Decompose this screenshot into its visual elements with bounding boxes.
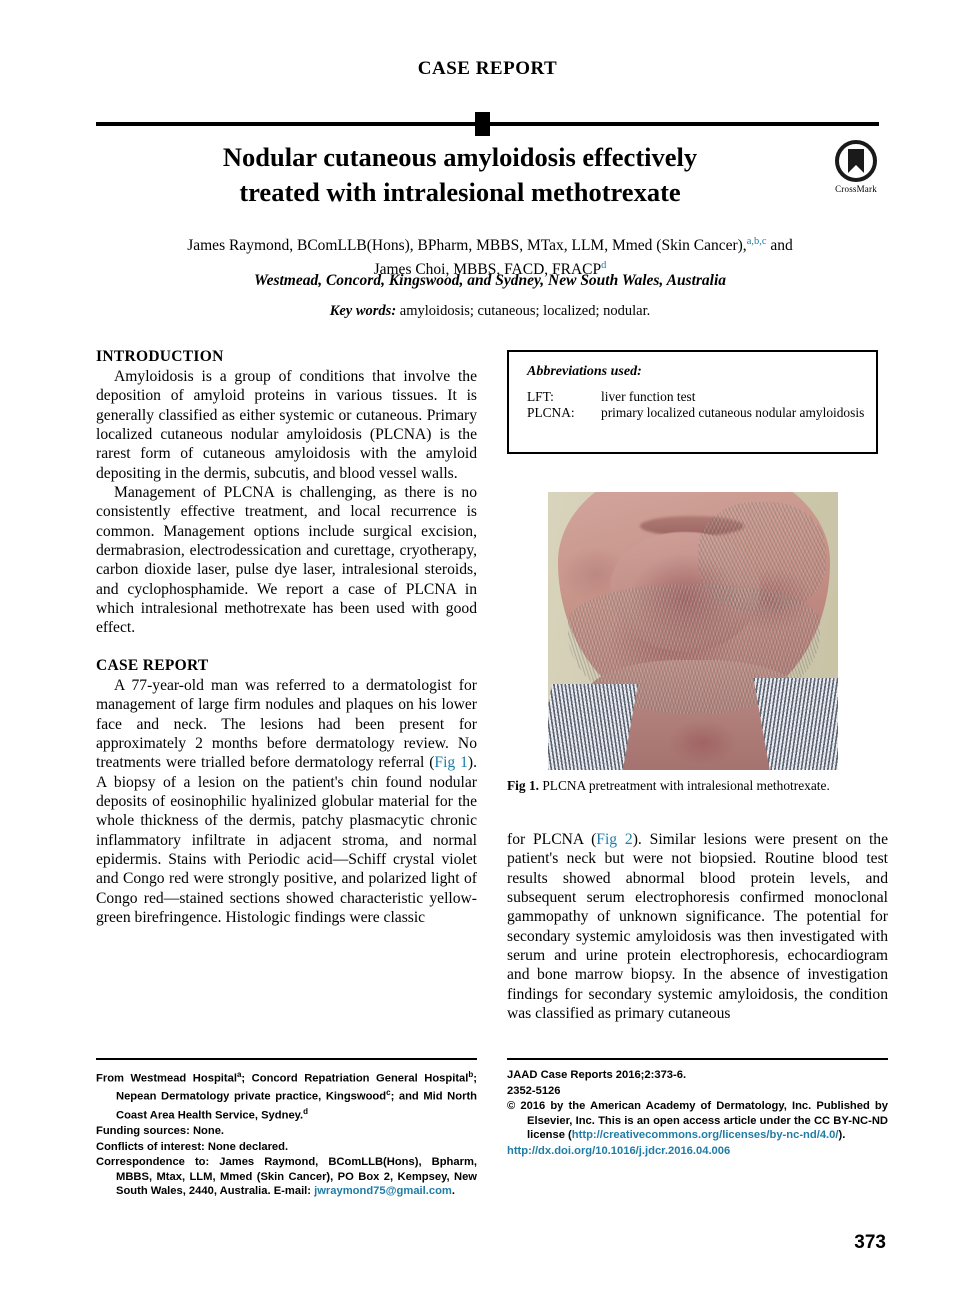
figure-1-image <box>548 492 838 770</box>
keywords-label: Key words: <box>329 303 397 319</box>
crossmark-icon <box>835 140 877 182</box>
figure-1-crossref-link[interactable]: Fig 1 <box>434 754 467 771</box>
case-text-part-b: ). A biopsy of a lesion on the patient's… <box>96 754 477 926</box>
title-line-2: treated with intralesional methotrexate <box>239 177 681 207</box>
copyright-notice: © 2016 by the American Academy of Dermat… <box>507 1099 888 1143</box>
photo-collar-left <box>548 684 638 770</box>
crossmark-logo[interactable]: CrossMark <box>820 140 892 194</box>
section-kicker: CASE REPORT <box>0 58 975 80</box>
case-text-part-a: A 77-year-old man was referred to a derm… <box>96 676 477 772</box>
copyright-close: ). <box>838 1129 846 1142</box>
issn-number: 2352-5126 <box>507 1084 561 1097</box>
doi-link[interactable]: http://dx.doi.org/10.1016/j.jdcr.2016.04… <box>507 1145 730 1157</box>
footnote-divider-left <box>96 1058 477 1060</box>
footnote-affiliations: From Westmead Hospitala; Concord Repatri… <box>96 1068 477 1123</box>
abbreviations-table: LFT: liver function test PLCNA: primary … <box>527 389 864 420</box>
kicker-text: CASE REPORT <box>417 58 558 79</box>
correspondence-email-link[interactable]: jwraymond75@gmail.com <box>314 1185 452 1197</box>
footnotes-left: From Westmead Hospitala; Concord Repatri… <box>96 1068 477 1200</box>
footnote-conflicts: Conflicts of interest: None declared. <box>96 1140 289 1153</box>
footnote-funding: Funding sources: None. <box>96 1124 225 1137</box>
intro-paragraph-1: Amyloidosis is a group of conditions tha… <box>96 368 477 482</box>
doi-line: http://dx.doi.org/10.1016/j.jdcr.2016.04… <box>507 1144 888 1159</box>
crossmark-label: CrossMark <box>835 184 877 194</box>
abbreviation-key: LFT: <box>527 389 554 404</box>
keywords-value: amyloidosis; cutaneous; localized; nodul… <box>396 303 651 319</box>
right-text-part-a: for PLCNA ( <box>507 831 597 848</box>
abbreviations-box: Abbreviations used: LFT: liver function … <box>507 350 878 454</box>
affil-text-b: ; Concord Repatriation General Hospital <box>241 1072 469 1085</box>
abbreviation-key: PLCNA: <box>527 404 575 420</box>
table-row: LFT: liver function test <box>527 389 864 405</box>
authors-conjunction: and <box>766 237 793 255</box>
affil-text-a: From Westmead Hospital <box>96 1072 237 1085</box>
author-affiliation-markers-2: d <box>601 259 607 271</box>
license-url-link[interactable]: http://creativecommons.org/licenses/by-n… <box>572 1129 839 1141</box>
intro-paragraph-2: Management of PLCNA is challenging, as t… <box>96 484 477 637</box>
heading-introduction: INTRODUCTION <box>96 348 224 365</box>
figure-caption-label: Fig 1. <box>507 778 539 793</box>
footnote-correspondence: Correspondence to: James Raymond, BComLL… <box>96 1155 477 1199</box>
abbreviation-value: liver function test <box>601 389 696 404</box>
case-paragraph-1: A 77-year-old man was referred to a derm… <box>96 676 477 927</box>
figure-1-caption: Fig 1. PLCNA pretreatment with intralesi… <box>507 778 888 794</box>
footnotes-right: JAAD Case Reports 2016;2:373-6. 2352-512… <box>507 1068 888 1160</box>
table-row: PLCNA: primary localized cutaneous nodul… <box>527 405 864 421</box>
correspondence-period: . <box>451 1185 455 1198</box>
footnote-divider-right <box>507 1058 888 1060</box>
authors-line-1: James Raymond, BComLLB(Hons), BPharm, MB… <box>187 237 747 255</box>
figure-caption-text: PLCNA pretreatment with intralesional me… <box>539 778 830 793</box>
clinical-photograph <box>548 492 838 770</box>
journal-citation: JAAD Case Reports 2016;2:373-6. <box>507 1069 687 1081</box>
title-line-1: Nodular cutaneous amyloidosis effectivel… <box>222 142 698 172</box>
article-page: CASE REPORT Nodular cutaneous amyloidosi… <box>0 0 975 1305</box>
affil-marker-d: d <box>303 1106 309 1116</box>
divider-square-ornament <box>475 112 490 136</box>
left-column: INTRODUCTION Amyloidosis is a group of c… <box>96 348 477 927</box>
right-column: for PLCNA (Fig 2). Similar lesions were … <box>507 830 888 1023</box>
keywords-line: Key words: amyloidosis; cutaneous; local… <box>100 303 880 320</box>
abbreviations-title: Abbreviations used: <box>527 364 642 379</box>
page-title: Nodular cutaneous amyloidosis effectivel… <box>120 140 800 210</box>
abbreviation-value: primary localized cutaneous nodular amyl… <box>601 404 865 420</box>
author-affiliation-markers-1: a,b,c <box>746 236 767 247</box>
page-number: 373 <box>854 1232 886 1253</box>
heading-case-report: CASE REPORT <box>96 656 209 674</box>
affiliation-locations: Westmead, Concord, Kingswood, and Sydney… <box>253 272 727 289</box>
header-divider <box>96 112 879 138</box>
right-text-part-b: ). Similar lesions were present on the p… <box>507 831 889 1023</box>
right-column-paragraph: for PLCNA (Fig 2). Similar lesions were … <box>507 830 888 1023</box>
figure-2-crossref-link[interactable]: Fig 2 <box>596 831 632 848</box>
